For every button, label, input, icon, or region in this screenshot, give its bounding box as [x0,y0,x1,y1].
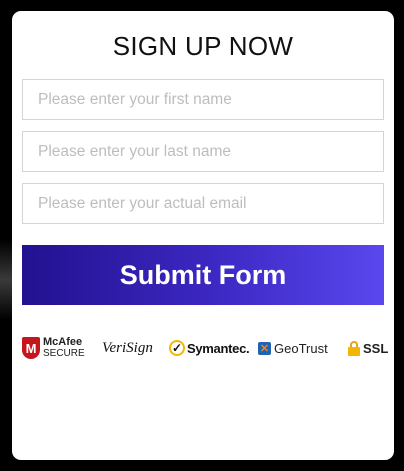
geotrust-label: GeoTrust [274,340,328,356]
mcafee-label: McAfee [43,336,83,348]
mcafee-secure-label: SECURE [43,348,85,359]
trust-badges: M McAfee SECURE VeriSign ✓ Symantec. ✕ G… [22,335,388,361]
ssl-label: SSL [363,340,389,356]
mcafee-secure-badge: M McAfee SECURE [22,335,85,361]
last-name-input[interactable] [22,131,384,172]
background-decoration [0,240,12,320]
verisign-badge: VeriSign [102,335,153,361]
signup-card: SIGN UP NOW Submit Form M McAfee SECURE … [12,11,394,460]
mcafee-shield-icon: M [22,337,40,359]
geotrust-badge: ✕ GeoTrust [258,335,328,361]
ssl-badge: SSL [348,335,388,361]
verisign-label: VeriSign [102,339,153,356]
symantec-label: Symantec. [187,340,250,356]
check-circle-icon: ✓ [169,340,185,356]
submit-form-button[interactable]: Submit Form [22,245,384,305]
first-name-input[interactable] [22,79,384,120]
geotrust-icon: ✕ [258,341,271,355]
symantec-badge: ✓ Symantec. [169,335,250,361]
form-title: SIGN UP NOW [112,31,294,61]
lock-icon [348,341,360,356]
email-input[interactable] [22,183,384,224]
